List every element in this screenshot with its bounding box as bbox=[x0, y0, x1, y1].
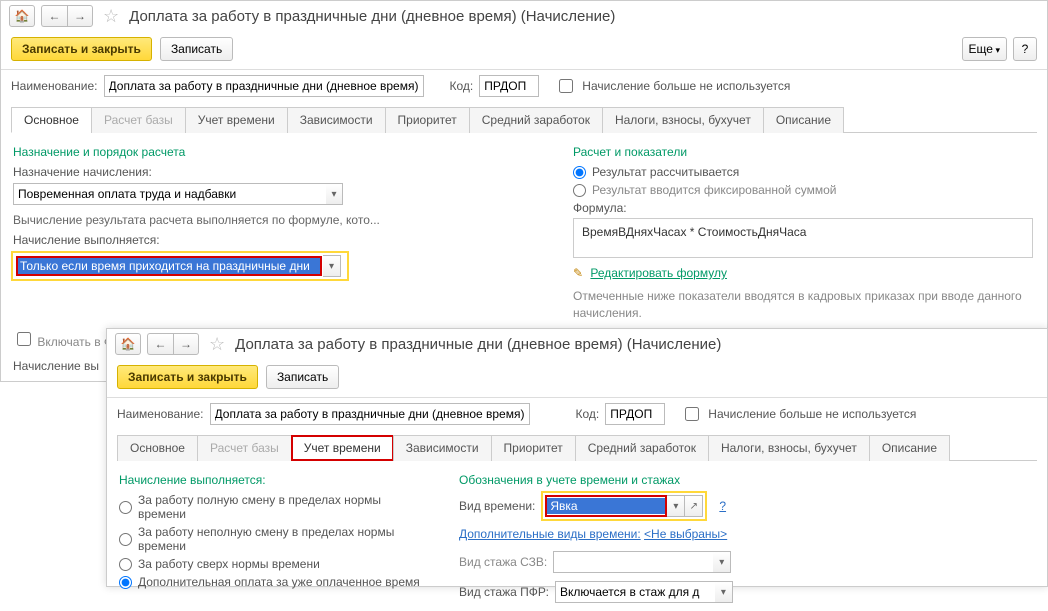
formula-hint: Вычисление результата расчета выполняетс… bbox=[13, 213, 423, 227]
name-row: Наименование: Код: Начисление больше не … bbox=[1, 70, 1047, 102]
tabs: Основное Расчет базы Учет времени Зависи… bbox=[11, 106, 1037, 133]
section-calc: Расчет и показатели bbox=[573, 145, 1033, 159]
tab-main[interactable]: Основное bbox=[11, 107, 92, 133]
tab-avg-2[interactable]: Средний заработок bbox=[575, 435, 709, 461]
not-used-checkbox[interactable] bbox=[559, 79, 573, 93]
extra-kinds-value[interactable]: <Не выбраны> bbox=[644, 527, 727, 541]
szv-label: Вид стажа СЗВ: bbox=[459, 555, 547, 569]
tabs-2: Основное Расчет базы Учет времени Зависи… bbox=[117, 434, 1037, 461]
code-label: Код: bbox=[450, 79, 474, 93]
pfr-input[interactable] bbox=[555, 581, 715, 603]
titlebar: 🏠 ← → ☆ Доплата за работу в праздничные … bbox=[1, 1, 1047, 33]
tab-avg[interactable]: Средний заработок bbox=[469, 107, 603, 133]
section-when: Начисление выполняется: bbox=[119, 473, 429, 487]
szv-dropdown[interactable]: ▾ bbox=[713, 551, 731, 573]
marked-hint: Отмеченные ниже показатели вводятся в ка… bbox=[573, 288, 1033, 322]
formula-label: Формула: bbox=[573, 201, 1033, 215]
back-button[interactable]: ← bbox=[41, 5, 67, 27]
purpose-dropdown[interactable]: ▾ bbox=[326, 183, 343, 205]
titlebar-2: 🏠 ← → ☆ Доплата за работу в праздничные … bbox=[107, 329, 1047, 361]
toolbar: Записать и закрыть Записать Еще ? bbox=[1, 33, 1047, 70]
forward-button[interactable]: → bbox=[67, 5, 93, 27]
window-1: 🏠 ← → ☆ Доплата за работу в праздничные … bbox=[0, 0, 1048, 382]
home-button-2[interactable]: 🏠 bbox=[115, 333, 141, 355]
not-used-label-2: Начисление больше не используется bbox=[708, 407, 916, 421]
tab-deps[interactable]: Зависимости bbox=[287, 107, 386, 133]
formula-text: ВремяВДняхЧасах * СтоимостьДняЧаса bbox=[582, 225, 806, 239]
tab-desc[interactable]: Описание bbox=[763, 107, 844, 133]
tab-desc-2[interactable]: Описание bbox=[869, 435, 950, 461]
window-title: Доплата за работу в праздничные дни (дне… bbox=[129, 8, 615, 25]
name-label-2: Наименование: bbox=[117, 407, 204, 421]
formula-box: ВремяВДняхЧасах * СтоимостьДняЧаса bbox=[573, 218, 1033, 258]
extra-kinds-label[interactable]: Дополнительные виды времени: bbox=[459, 527, 641, 541]
purpose-input[interactable] bbox=[13, 183, 326, 205]
szv-input bbox=[553, 551, 713, 573]
radio-full-shift-label: За работу полную смену в пределах нормы … bbox=[138, 493, 429, 521]
not-used-label: Начисление больше не используется bbox=[582, 79, 790, 93]
save-button-2[interactable]: Записать bbox=[266, 365, 339, 389]
more-button[interactable]: Еще bbox=[962, 37, 1007, 61]
tab-tax-2[interactable]: Налоги, взносы, бухучет bbox=[708, 435, 870, 461]
radio-overtime[interactable] bbox=[119, 558, 132, 571]
tab-body-2: Начисление выполняется: За работу полную… bbox=[107, 461, 1047, 611]
save-close-button[interactable]: Записать и закрыть bbox=[11, 37, 152, 61]
tab-prio-2[interactable]: Приоритет bbox=[491, 435, 576, 461]
save-button[interactable]: Записать bbox=[160, 37, 233, 61]
tab-main-2[interactable]: Основное bbox=[117, 435, 198, 461]
home-button[interactable]: 🏠 bbox=[9, 5, 35, 27]
when-label: Начисление выполняется: bbox=[13, 233, 423, 247]
kind-input[interactable]: Явка bbox=[547, 498, 665, 514]
tab-base-2[interactable]: Расчет базы bbox=[197, 435, 292, 461]
radio-full-shift[interactable] bbox=[119, 501, 132, 514]
edit-formula-link[interactable]: Редактировать формулу bbox=[590, 266, 727, 280]
radio-fixed[interactable] bbox=[573, 184, 586, 197]
radio-calc[interactable] bbox=[573, 166, 586, 179]
tab-base[interactable]: Расчет базы bbox=[91, 107, 186, 133]
name-row-2: Наименование: Код: Начисление больше не … bbox=[107, 398, 1047, 430]
radio-part-shift-label: За работу неполную смену в пределах норм… bbox=[138, 525, 429, 553]
favorite-icon[interactable]: ☆ bbox=[103, 6, 119, 27]
help-button[interactable]: ? bbox=[1013, 37, 1037, 61]
window-title-2: Доплата за работу в праздничные дни (дне… bbox=[235, 336, 721, 353]
kind-help[interactable]: ? bbox=[719, 499, 726, 513]
tab-tax[interactable]: Налоги, взносы, бухучет bbox=[602, 107, 764, 133]
include-fot-checkbox[interactable] bbox=[17, 332, 31, 346]
forward-button-2[interactable]: → bbox=[173, 333, 199, 355]
name-label: Наименование: bbox=[11, 79, 98, 93]
toolbar-2: Записать и закрыть Записать bbox=[107, 361, 1047, 398]
pfr-label: Вид стажа ПФР: bbox=[459, 585, 549, 599]
kind-open[interactable]: ↗ bbox=[685, 495, 703, 517]
code-input-2[interactable] bbox=[605, 403, 665, 425]
tab-prio[interactable]: Приоритет bbox=[385, 107, 470, 133]
kind-dropdown[interactable]: ▾ bbox=[667, 495, 685, 517]
purpose-label: Назначение начисления: bbox=[13, 165, 423, 179]
tab-deps-2[interactable]: Зависимости bbox=[393, 435, 492, 461]
tab-time-2[interactable]: Учет времени bbox=[291, 435, 394, 461]
section-marks: Обозначения в учете времени и стажах bbox=[459, 473, 889, 487]
section-purpose: Назначение и порядок расчета bbox=[13, 145, 423, 159]
kind-label: Вид времени: bbox=[459, 499, 535, 513]
code-input[interactable] bbox=[479, 75, 539, 97]
not-used-checkbox-2[interactable] bbox=[685, 407, 699, 421]
radio-fixed-label: Результат вводится фиксированной суммой bbox=[592, 183, 836, 197]
pfr-dropdown[interactable]: ▾ bbox=[715, 581, 733, 603]
window-2: 🏠 ← → ☆ Доплата за работу в праздничные … bbox=[106, 328, 1048, 587]
code-label-2: Код: bbox=[576, 407, 600, 421]
when-input[interactable]: Только если время приходится на празднич… bbox=[16, 256, 322, 276]
favorite-icon-2[interactable]: ☆ bbox=[209, 334, 225, 355]
save-close-button-2[interactable]: Записать и закрыть bbox=[117, 365, 258, 389]
radio-part-shift[interactable] bbox=[119, 533, 132, 546]
radio-calc-label: Результат рассчитывается bbox=[592, 165, 739, 179]
radio-overtime-label: За работу сверх нормы времени bbox=[138, 557, 320, 571]
pencil-icon: ✎ bbox=[573, 266, 583, 280]
name-input[interactable] bbox=[104, 75, 424, 97]
tab-time[interactable]: Учет времени bbox=[185, 107, 288, 133]
back-button-2[interactable]: ← bbox=[147, 333, 173, 355]
when-dropdown[interactable]: ▾ bbox=[323, 255, 341, 277]
name-input-2[interactable] bbox=[210, 403, 530, 425]
